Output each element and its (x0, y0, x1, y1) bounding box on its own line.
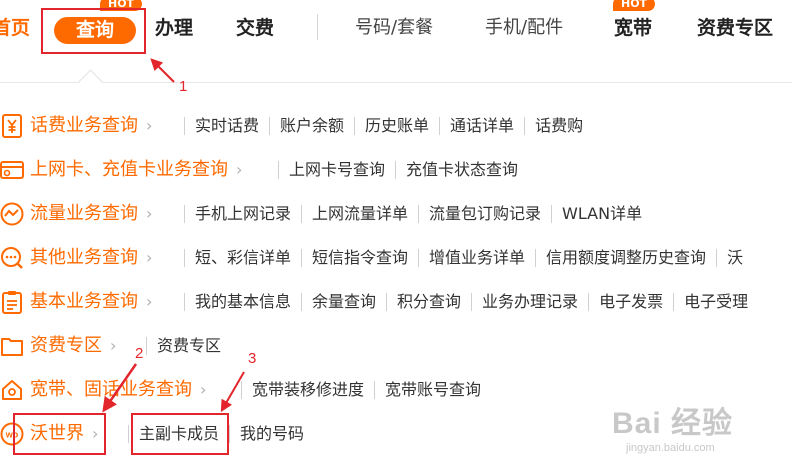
arrow-1 (150, 58, 175, 83)
baidu-watermark: Bai 经验 jingyan.baidu.com (612, 398, 733, 454)
watermark-main: Bai 经验 (612, 407, 734, 440)
arrow-2 (102, 363, 138, 413)
arrow-3 (220, 371, 245, 413)
watermark-sub: jingyan.baidu.com (626, 442, 715, 454)
